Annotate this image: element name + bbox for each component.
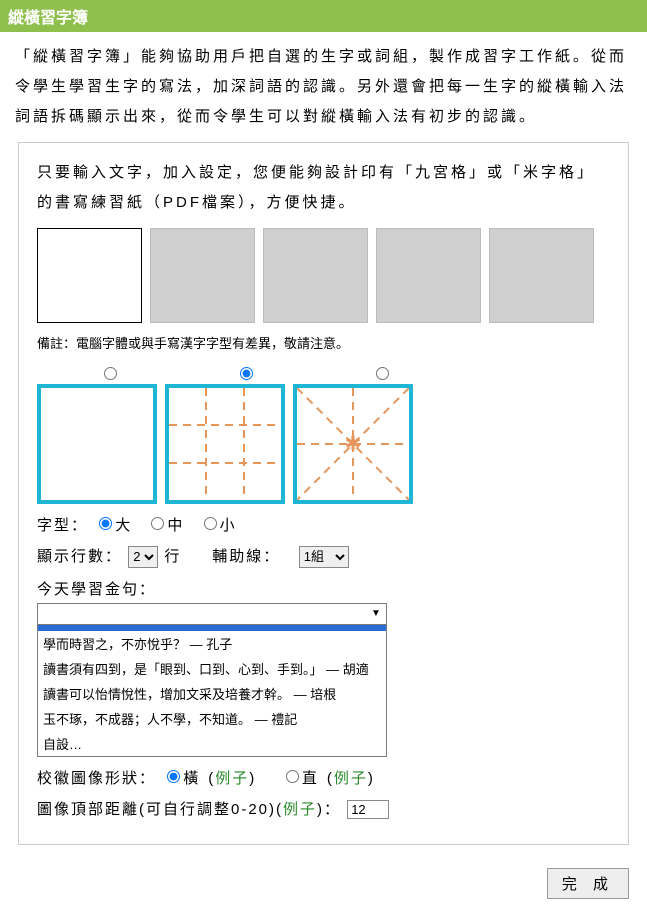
grid-preview-nine[interactable] [165, 384, 285, 504]
dropdown-arrow-icon: ▼ [368, 606, 384, 622]
golden-option-5[interactable]: 自設… [38, 731, 386, 756]
logo-shape-v-radio[interactable] [286, 770, 299, 783]
top-distance-example-link[interactable]: 例子 [283, 801, 317, 818]
golden-option-3[interactable]: 讀書可以怡情悅性，增加文采及培養才幹。 — 培根 [38, 681, 386, 706]
grid-style-radio-mi[interactable] [376, 367, 389, 380]
grid-preview-mi[interactable]: ✱ [293, 384, 413, 504]
settings-panel: 只要輸入文字，加入設定，您便能夠設計印有「九宮格」或「米字格」的書寫練習紙（PD… [18, 142, 629, 845]
char-input-1[interactable] [37, 228, 142, 323]
golden-option-2[interactable]: 讀書須有四到，是「眼到、口到、心到、手到。」 — 胡適 [38, 656, 386, 681]
character-input-row [37, 228, 610, 323]
rows-label: 顯示行數： [37, 548, 122, 565]
char-input-4[interactable] [376, 228, 481, 323]
golden-label: 今天學習金句： [37, 578, 610, 599]
grid-style-row: ✱ [37, 364, 610, 504]
golden-select-list: 學而時習之，不亦悅乎？ — 孔子 讀書須有四到，是「眼到、口到、心到、手到。」 … [37, 625, 387, 757]
intro-text: 「縱橫習字簿」能夠協助用戶把自選的生字或詞組，製作成習字工作紙。從而令學生學習生… [0, 32, 647, 142]
guides-label: 輔助線： [212, 548, 280, 565]
top-distance-input[interactable] [347, 800, 389, 819]
golden-select-box[interactable]: ▼ [37, 603, 387, 625]
rows-unit: 行 [164, 548, 181, 565]
font-size-large-radio[interactable] [99, 517, 112, 530]
golden-select[interactable]: ▼ 學而時習之，不亦悅乎？ — 孔子 讀書須有四到，是「眼到、口到、心到、手到。… [37, 603, 610, 757]
grid-preview-blank[interactable] [37, 384, 157, 504]
panel-lead: 只要輸入文字，加入設定，您便能夠設計印有「九宮格」或「米字格」的書寫練習紙（PD… [37, 158, 610, 218]
page-header: 縱橫習字簿 [0, 0, 647, 32]
char-input-3[interactable] [263, 228, 368, 323]
page-title: 縱橫習字簿 [8, 10, 88, 27]
grid-style-radio-blank[interactable] [104, 367, 117, 380]
rows-guides-field: 顯示行數： 2 行 輔助線： 1組 [37, 545, 610, 568]
done-button[interactable]: 完 成 [547, 868, 629, 899]
note-text: 備註：電腦字體或與手寫漢字字型有差異，敬請注意。 [37, 333, 610, 352]
rows-select[interactable]: 2 [128, 546, 158, 568]
logo-shape-v-example-link[interactable]: 例子 [334, 770, 368, 787]
font-size-small-radio[interactable] [204, 517, 217, 530]
golden-option-4[interactable]: 玉不琢，不成器；人不學，不知道。 — 禮記 [38, 706, 386, 731]
guides-select[interactable]: 1組 [299, 546, 349, 568]
logo-shape-h-example-link[interactable]: 例子 [215, 770, 249, 787]
logo-shape-label: 校徽圖像形狀： [37, 770, 156, 787]
char-input-2[interactable] [150, 228, 255, 323]
char-input-5[interactable] [489, 228, 594, 323]
grid-style-radio-nine[interactable] [240, 367, 253, 380]
top-distance-label: 圖像頂部距離(可自行調整0-20) [37, 801, 276, 818]
top-distance-field: 圖像頂部距離(可自行調整0-20)(例子)： [37, 798, 610, 819]
logo-shape-h-radio[interactable] [167, 770, 180, 783]
font-size-field: 字型： 大 中 小 [37, 514, 610, 535]
logo-shape-field: 校徽圖像形狀： 橫(例子) 直(例子) [37, 767, 610, 788]
golden-option-1[interactable]: 學而時習之，不亦悅乎？ — 孔子 [38, 631, 386, 656]
svg-text:✱: ✱ [345, 433, 362, 455]
font-size-label: 字型： [37, 517, 88, 534]
font-size-medium-radio[interactable] [151, 517, 164, 530]
